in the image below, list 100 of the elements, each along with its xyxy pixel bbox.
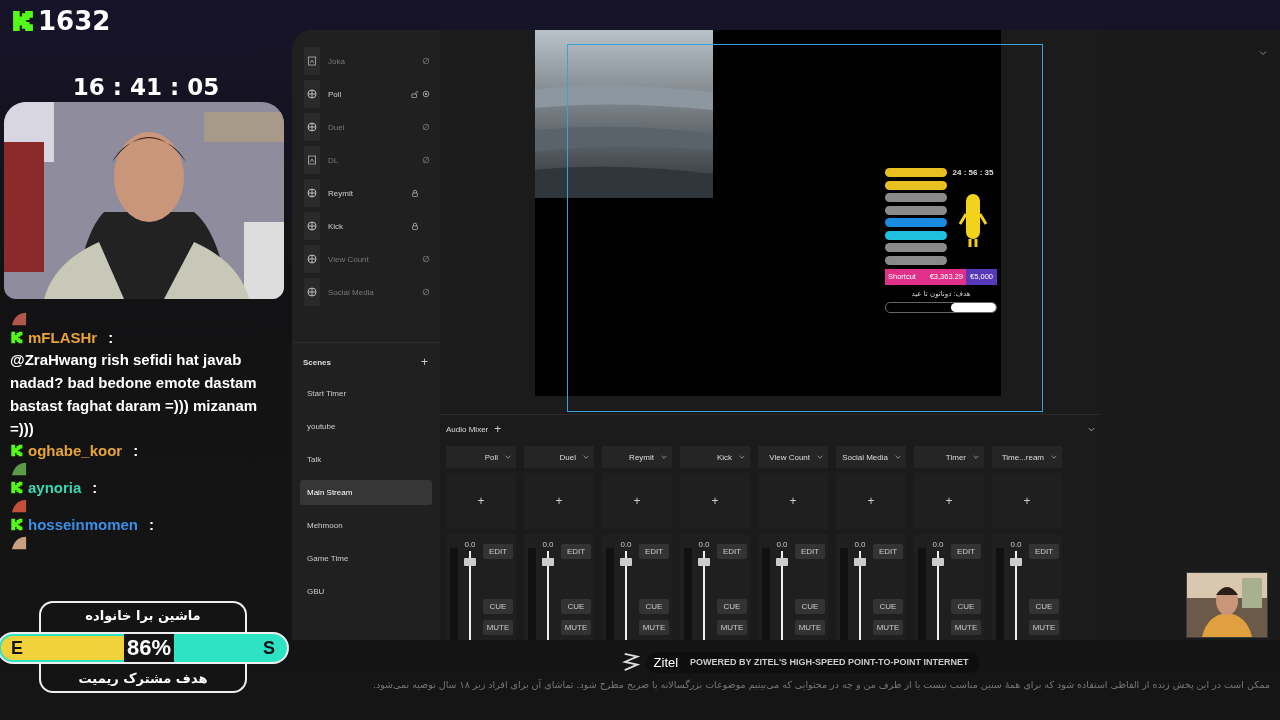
volume-reading: 0.0 xyxy=(932,540,944,549)
add-filter-button[interactable]: + xyxy=(758,473,828,529)
channel-button[interactable]: CUE xyxy=(795,599,825,614)
eye-icon[interactable] xyxy=(422,90,430,98)
channel-dropdown[interactable]: Timer xyxy=(914,446,984,468)
channel-button[interactable]: CUE xyxy=(1029,599,1059,614)
fader-handle[interactable] xyxy=(542,557,554,566)
channel-dropdown[interactable]: Duel xyxy=(524,446,594,468)
volume-reading: 0.0 xyxy=(776,540,788,549)
channel-button[interactable]: MUTE xyxy=(639,620,669,635)
channel-button[interactable]: CUE xyxy=(951,599,981,614)
sponsor-name: Zitel xyxy=(653,654,679,670)
channel-button[interactable]: MUTE xyxy=(483,620,513,635)
chat-username: oghabe_koor xyxy=(28,442,123,459)
fader-handle[interactable] xyxy=(620,557,632,566)
follower-count: 1632 xyxy=(38,6,111,36)
channel-button[interactable]: EDIT xyxy=(1029,544,1059,559)
scenes-title: Scenes xyxy=(303,357,332,367)
source-item[interactable]: Social Media xyxy=(304,277,432,307)
source-item[interactable]: Joka xyxy=(304,46,432,76)
chat-username: aynoria xyxy=(28,479,82,496)
eye-off-icon[interactable] xyxy=(422,57,430,65)
channel-button[interactable]: MUTE xyxy=(717,620,747,635)
channel-button[interactable]: CUE xyxy=(561,599,591,614)
chat-message: @ZraHwang rish sefidi hat javab nadad? bad bedone emote dastam bastast faghat daram =))) mizanam =))) xyxy=(10,350,259,439)
channel-button[interactable]: CUE xyxy=(717,599,747,614)
channel-button[interactable]: EDIT xyxy=(795,544,825,559)
eye-off-icon[interactable] xyxy=(422,123,430,131)
chevron-down-icon xyxy=(1050,453,1058,461)
add-filter-button[interactable]: + xyxy=(680,473,750,529)
source-item[interactable]: View Count xyxy=(304,244,432,274)
channel-button[interactable]: EDIT xyxy=(483,544,513,559)
channel-button[interactable]: EDIT xyxy=(561,544,591,559)
channel-button[interactable]: EDIT xyxy=(873,544,903,559)
scene-item[interactable]: GBU xyxy=(300,579,432,604)
globe-icon xyxy=(307,188,317,198)
add-filter-button[interactable]: + xyxy=(524,473,594,529)
colon: : xyxy=(133,442,139,459)
source-item[interactable]: Duel xyxy=(304,112,432,142)
channel-button[interactable]: MUTE xyxy=(873,620,903,635)
channel-button[interactable]: MUTE xyxy=(795,620,825,635)
channel-dropdown[interactable]: Poll xyxy=(446,446,516,468)
scene-item[interactable]: Game Time xyxy=(300,546,432,571)
scene-item[interactable]: Mehmoon xyxy=(300,513,432,538)
channel-button[interactable]: CUE xyxy=(483,599,513,614)
channel-button[interactable]: EDIT xyxy=(639,544,669,559)
source-item[interactable]: Reymit xyxy=(304,178,432,208)
kick-badge-icon xyxy=(10,444,23,457)
lock-icon[interactable] xyxy=(411,189,419,197)
add-filter-button[interactable]: + xyxy=(602,473,672,529)
kick-logo-icon xyxy=(12,10,34,32)
channel-dropdown[interactable]: Social Media xyxy=(836,446,906,468)
globe-icon xyxy=(307,89,317,99)
lock-icon[interactable] xyxy=(411,222,419,230)
channel-dropdown[interactable]: View Count xyxy=(758,446,828,468)
unlock-icon[interactable] xyxy=(411,90,419,98)
fader-handle[interactable] xyxy=(854,557,866,566)
kick-badge-icon xyxy=(10,518,23,531)
channel-button[interactable]: MUTE xyxy=(1029,620,1059,635)
channel-button[interactable]: MUTE xyxy=(951,620,981,635)
add-filter-button[interactable]: + xyxy=(446,473,516,529)
channel-button[interactable]: CUE xyxy=(639,599,669,614)
goal-left-label: E xyxy=(11,637,23,659)
fader-handle[interactable] xyxy=(698,557,710,566)
scene-item[interactable]: Start Timer xyxy=(300,381,432,406)
channel-button[interactable]: CUE xyxy=(873,599,903,614)
goal-right-label: S xyxy=(262,637,275,659)
volume-reading: 0.0 xyxy=(698,540,710,549)
channel-dropdown[interactable]: Time...ream xyxy=(992,446,1062,468)
source-item[interactable]: Poll xyxy=(304,79,432,109)
volume-reading: 0.0 xyxy=(542,540,554,549)
channel-button[interactable]: MUTE xyxy=(561,620,591,635)
chevron-down-icon xyxy=(504,453,512,461)
kick-badge-icon xyxy=(10,481,23,494)
add-filter-button[interactable]: + xyxy=(914,473,984,529)
fader-handle[interactable] xyxy=(776,557,788,566)
add-scene-button[interactable]: + xyxy=(417,355,432,369)
scene-item[interactable]: youtube xyxy=(300,414,432,439)
widget-timer: 24 : 56 : 35 xyxy=(952,168,994,177)
scene-item[interactable]: Main Stream xyxy=(300,480,432,505)
channel-button[interactable]: EDIT xyxy=(717,544,747,559)
fader-handle[interactable] xyxy=(932,557,944,566)
add-filter-button[interactable]: + xyxy=(992,473,1062,529)
chevron-down-icon xyxy=(738,453,746,461)
chevron-down-icon xyxy=(816,453,824,461)
eye-off-icon[interactable] xyxy=(422,288,430,296)
eye-off-icon[interactable] xyxy=(422,156,430,164)
fader-handle[interactable] xyxy=(464,557,476,566)
eye-off-icon[interactable] xyxy=(422,255,430,263)
fader-handle[interactable] xyxy=(1010,557,1022,566)
channel-dropdown[interactable]: Kick xyxy=(680,446,750,468)
source-item[interactable]: Kick xyxy=(304,211,432,241)
channel-button[interactable]: EDIT xyxy=(951,544,981,559)
image-icon xyxy=(307,155,317,165)
selection-frame[interactable] xyxy=(567,44,1043,412)
scene-item[interactable]: Talk xyxy=(300,447,432,472)
channel-dropdown[interactable]: Reymit xyxy=(602,446,672,468)
add-audio-button[interactable]: + xyxy=(490,422,506,436)
add-filter-button[interactable]: + xyxy=(836,473,906,529)
source-item[interactable]: DL xyxy=(304,145,432,175)
